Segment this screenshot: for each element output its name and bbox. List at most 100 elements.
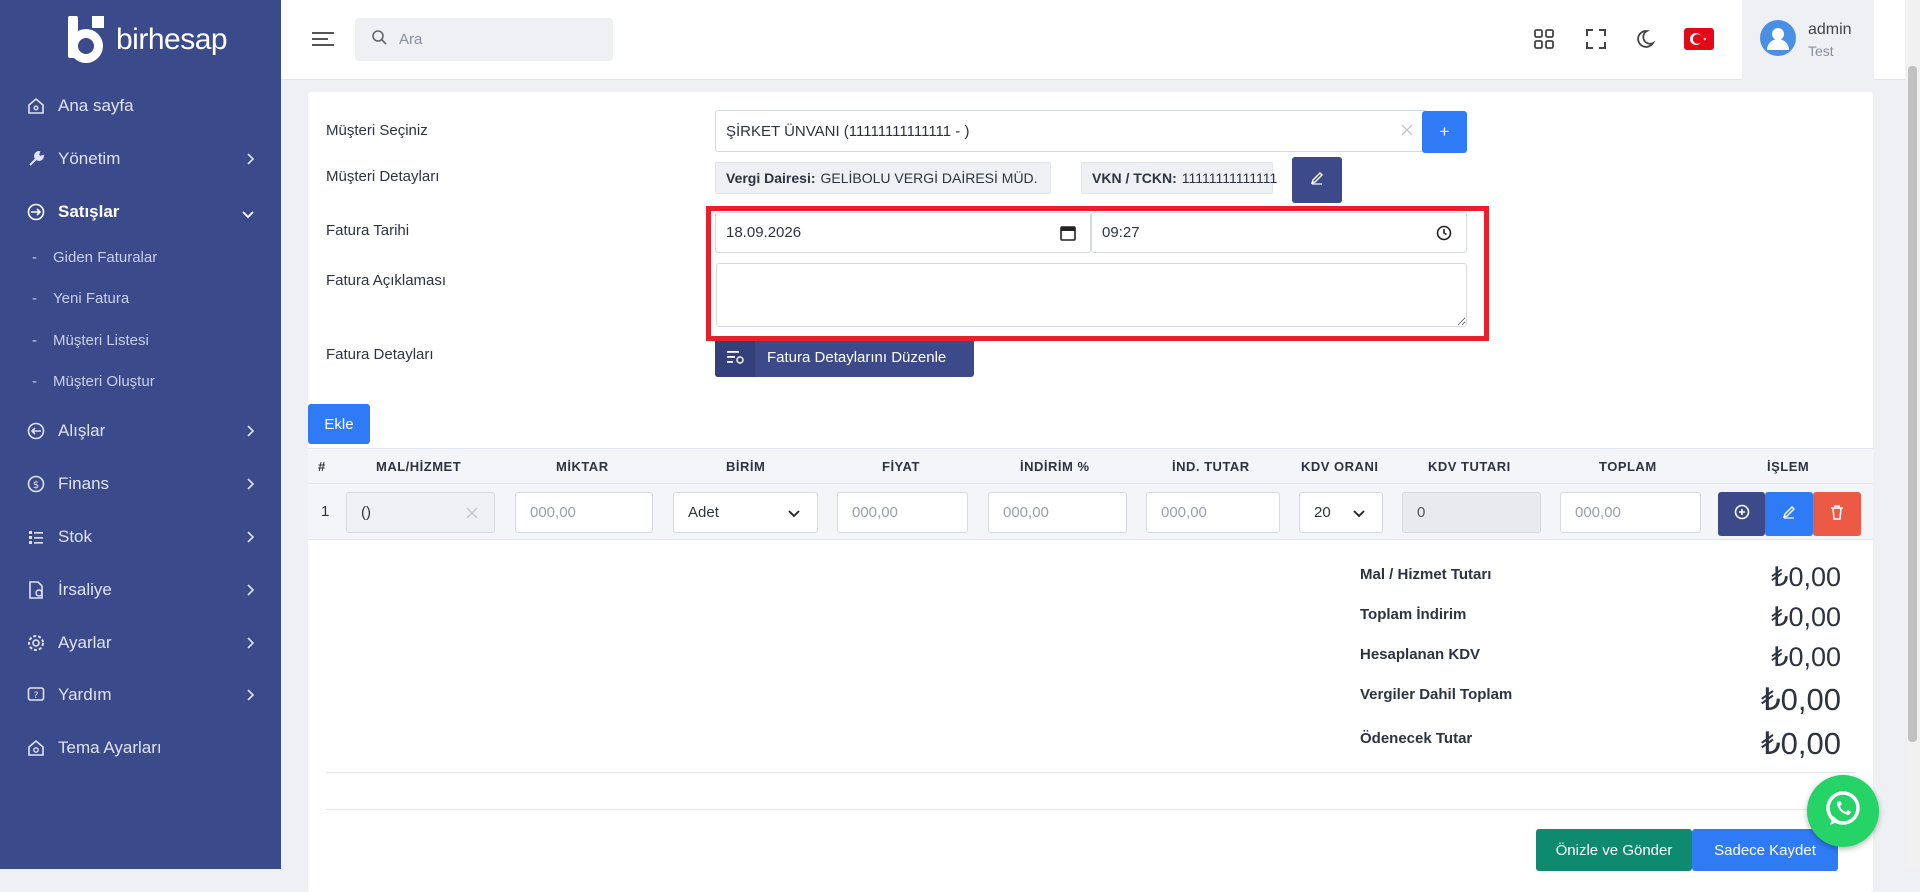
chevron-down-icon	[241, 204, 255, 224]
row-edit-button[interactable]	[1765, 492, 1813, 536]
user-role: Test	[1808, 43, 1834, 59]
table-header: # MAL/HİZMET MİKTAR BİRİM FİYAT İNDİRİM …	[308, 448, 1873, 484]
vkn-value: 11111111111111	[1181, 170, 1278, 186]
dollar-icon: $	[26, 474, 46, 494]
chevron-right-icon	[245, 476, 255, 496]
th-discount-pct: İNDİRİM %	[1020, 459, 1090, 474]
sidebar-subitem-label: Müşteri Listesi	[53, 331, 149, 349]
th-discount-amount: İND. TUTAR	[1172, 459, 1250, 474]
settings-list-icon	[715, 337, 755, 377]
customer-select-value: ŞİRKET ÜNVANI (11111111111111 - )	[726, 122, 970, 140]
sidebar-item-finans[interactable]: $ Finans	[0, 464, 281, 504]
logo-icon	[60, 14, 108, 66]
tax-office-chip: Vergi Dairesi: GELİBOLU VERGİ DAİRESİ MÜ…	[715, 162, 1051, 194]
fullscreen-icon[interactable]	[1583, 26, 1609, 52]
page-scrollbar[interactable]	[1905, 0, 1920, 869]
scrollbar-thumb[interactable]	[1908, 66, 1917, 742]
payable-value: ₺0,00	[1760, 726, 1841, 761]
dark-mode-moon-icon[interactable]	[1635, 26, 1661, 52]
total-input[interactable]: 000,00	[1560, 492, 1701, 533]
sidebar-subitem-yeni-fatura[interactable]: - Yeni Fatura	[32, 283, 129, 313]
sidebar-item-label: Ayarlar	[58, 633, 112, 652]
sidebar-item-alislar[interactable]: Alışlar	[0, 411, 281, 451]
th-index: #	[318, 459, 326, 474]
home-icon	[26, 96, 46, 116]
sidebar-subitem-musteri-olustur[interactable]: - Müşteri Oluştur	[32, 366, 155, 396]
sidebar-item-label: Alışlar	[58, 421, 106, 440]
th-unit: BİRİM	[726, 459, 766, 474]
search-input[interactable]	[399, 31, 599, 48]
user-name: admin	[1808, 21, 1852, 38]
add-row-button[interactable]: Ekle	[308, 404, 370, 444]
discount-pct-input[interactable]: 000,00	[988, 492, 1127, 533]
sidebar-item-stok[interactable]: Stok	[0, 517, 281, 557]
payable-label: Ödenecek Tutar	[1360, 730, 1473, 747]
sidebar-item-label: Yönetim	[58, 149, 121, 168]
vat-label: Hesaplanan KDV	[1360, 646, 1481, 663]
row-add-button[interactable]	[1718, 492, 1765, 536]
total-discount-label: Toplam İndirim	[1360, 606, 1467, 623]
user-menu[interactable]: admin Test	[1742, 0, 1874, 80]
svg-text:?: ?	[34, 691, 39, 701]
vat-rate-select[interactable]: 20	[1299, 492, 1383, 533]
unit-select[interactable]: Adet	[673, 492, 818, 533]
sidebar-subitem-musteri-listesi[interactable]: - Müşteri Listesi	[32, 325, 149, 355]
th-product: MAL/HİZMET	[376, 459, 462, 474]
price-input[interactable]: 000,00	[837, 492, 968, 533]
turkish-flag-icon[interactable]	[1684, 28, 1714, 50]
th-quantity: MİKTAR	[556, 459, 609, 474]
logo-text: birhesap	[116, 23, 228, 56]
customer-label: Müşteri Seçiniz	[326, 122, 428, 139]
sidebar-item-yardim[interactable]: ? Yardım	[0, 675, 281, 715]
th-vat-amount: KDV TUTARI	[1428, 459, 1511, 474]
preview-send-button[interactable]: Önizle ve Gönder	[1536, 829, 1692, 871]
apps-grid-icon[interactable]	[1531, 26, 1557, 52]
sidebar-item-ana-sayfa[interactable]: Ana sayfa	[0, 86, 281, 126]
chevron-right-icon	[245, 529, 255, 549]
logo[interactable]: birhesap	[0, 0, 281, 80]
sidebar-subitem-giden-faturalar[interactable]: - Giden Faturalar	[32, 242, 157, 272]
quantity-input[interactable]: 000,00	[515, 492, 653, 533]
vkn-key: VKN / TCKN:	[1092, 170, 1177, 186]
chevron-down-icon	[1352, 506, 1366, 523]
sidebar-item-tema-ayarlari[interactable]: Tema Ayarları	[0, 728, 281, 768]
th-vat-rate: KDV ORANI	[1301, 459, 1379, 474]
th-actions: İŞLEM	[1767, 459, 1810, 474]
chevron-right-icon	[245, 151, 255, 171]
chevron-right-icon	[245, 687, 255, 707]
discount-amount-input[interactable]: 000,00	[1146, 492, 1280, 533]
customer-details-label: Müşteri Detayları	[326, 168, 440, 185]
chevron-right-icon	[245, 635, 255, 655]
whatsapp-button[interactable]	[1807, 775, 1879, 847]
sidebar-item-label: Satışlar	[58, 202, 120, 221]
add-customer-button[interactable]: +	[1422, 111, 1467, 153]
invoice-details-label: Fatura Detayları	[326, 346, 434, 363]
invoice-date-label: Fatura Tarihi	[326, 222, 410, 239]
subtotal-label: Mal / Hizmet Tutarı	[1360, 566, 1492, 583]
th-price: FİYAT	[882, 459, 920, 474]
vat-value: ₺0,00	[1771, 642, 1841, 672]
topbar: admin Test	[281, 0, 1905, 80]
sidebar-item-yonetim[interactable]: Yönetim	[0, 139, 281, 179]
sidebar-subitem-label: Yeni Fatura	[53, 289, 130, 307]
gear-icon	[26, 633, 46, 653]
sidebar-item-ayarlar[interactable]: Ayarlar	[0, 623, 281, 663]
sidebar-item-label: Finans	[58, 474, 110, 493]
arrow-circle-icon	[26, 202, 46, 222]
search-box	[355, 18, 613, 61]
edit-invoice-details-button[interactable]: Fatura Detaylarını Düzenle	[715, 337, 974, 377]
sidebar-item-label: Stok	[58, 527, 93, 546]
clear-icon[interactable]	[466, 506, 478, 523]
product-select[interactable]: ()	[346, 492, 495, 533]
arrow-circle-icon	[26, 421, 46, 441]
clear-icon[interactable]	[1401, 123, 1413, 140]
chevron-right-icon	[245, 582, 255, 602]
avatar	[1760, 19, 1796, 61]
row-delete-button[interactable]	[1813, 492, 1861, 536]
customer-select[interactable]: ŞİRKET ÜNVANI (11111111111111 - )	[715, 110, 1428, 152]
sidebar-item-irsaliye[interactable]: İrsaliye	[0, 570, 281, 610]
subtotal-value: ₺0,00	[1771, 562, 1841, 592]
hamburger-menu-icon[interactable]	[312, 30, 334, 53]
edit-customer-button[interactable]	[1292, 157, 1342, 203]
sidebar-item-satislar[interactable]: Satışlar	[0, 192, 281, 232]
